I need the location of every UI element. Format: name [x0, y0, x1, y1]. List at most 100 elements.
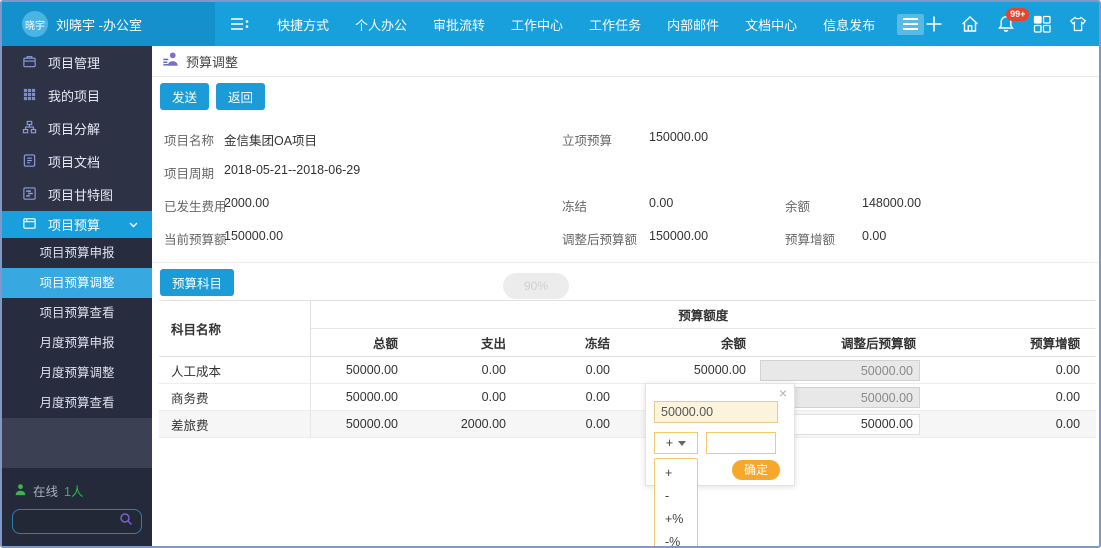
page-title: 预算调整: [186, 54, 239, 70]
field-label: 余额: [785, 200, 811, 214]
sidebar: 项目管理 我的项目 项目分解 项目文档 项目甘特图 项目预算 项目预算申报 项目…: [2, 46, 152, 546]
table-row-business-fee: 商务费 50000.00 0.00 0.00 50000.00 50000.00…: [159, 383, 1097, 411]
home-icon[interactable]: [960, 14, 980, 34]
total-value: 50000.00: [345, 417, 398, 431]
sidebar-subitem-budget-declare[interactable]: 项目预算申报: [2, 238, 152, 268]
subject-name: 差旅费: [159, 410, 311, 438]
theme-tshirt-icon[interactable]: [1068, 14, 1088, 34]
nav-collapse-icon[interactable]: [229, 16, 251, 32]
operator-option-plus-percent[interactable]: +%: [655, 508, 697, 531]
adjusted-budget-value: 50000.00: [860, 417, 913, 431]
spent-value: 2000.00: [460, 417, 506, 431]
frozen-value: 0.00: [585, 390, 610, 404]
field-label: 项目周期: [164, 167, 215, 181]
budget-form: 项目名称 金信集团OA项目 立项预算 150000.00 项目周期 2018-0…: [152, 115, 1099, 263]
menu-item-shortcuts[interactable]: 快捷方式: [277, 15, 329, 34]
column-header-frozen: 冻结: [514, 328, 618, 357]
field-label: 项目名称: [164, 134, 215, 148]
menu-item-work-tasks[interactable]: 工作任务: [589, 15, 641, 34]
menu-item-work-center[interactable]: 工作中心: [511, 15, 563, 34]
top-bar: 晓宇 刘晓宇 -办公室 快捷方式 个人办公 审批流转 工作中心 工作任务 内部邮…: [2, 2, 1099, 46]
top-menu: 快捷方式 个人办公 审批流转 工作中心 工作任务 内部邮件 文档中心 信息发布: [277, 15, 875, 34]
menu-item-document-center[interactable]: 文档中心: [745, 15, 797, 34]
frozen-value: 0.00: [649, 196, 674, 210]
confirm-button[interactable]: 确定: [732, 460, 780, 480]
user-section[interactable]: 晓宇 刘晓宇 -办公室: [2, 2, 215, 46]
budget-increase-value: 0.00: [862, 229, 887, 243]
adjustment-amount-input[interactable]: [706, 432, 776, 454]
budget-subjects-button[interactable]: 预算科目: [160, 269, 235, 296]
menu-item-approval-flow[interactable]: 审批流转: [433, 15, 485, 34]
initial-budget-value: 150000.00: [649, 130, 709, 144]
avatar[interactable]: 晓宇: [22, 11, 48, 37]
online-user-icon: [14, 483, 27, 499]
budget-icon: [22, 216, 37, 234]
chevron-down-icon: [129, 222, 138, 228]
plus-icon[interactable]: [924, 14, 944, 34]
sidebar-item-gantt-chart[interactable]: 项目甘特图: [2, 178, 152, 211]
column-header-balance: 余额: [618, 328, 754, 357]
sidebar-subitem-budget-adjust[interactable]: 项目预算调整: [2, 268, 152, 298]
adjusted-budget-input[interactable]: 50000.00: [760, 359, 920, 381]
close-icon[interactable]: ×: [779, 386, 787, 400]
menu-item-internal-mail[interactable]: 内部邮件: [667, 15, 719, 34]
online-label: 在线: [33, 485, 59, 499]
sitemap-icon: [22, 120, 37, 138]
spent-value: 0.00: [481, 390, 506, 404]
sidebar-item-project-management[interactable]: 项目管理: [2, 46, 152, 79]
operator-value: +: [665, 436, 674, 450]
balance-value: 148000.00: [862, 196, 922, 210]
operator-select[interactable]: +: [654, 432, 698, 454]
column-header-subject-name: 科目名称: [159, 300, 311, 357]
table-row-travel-fee: 差旅费 50000.00 2000.00 0.00 50000.00 50000…: [159, 410, 1097, 438]
increase-value: 0.00: [1055, 417, 1081, 431]
gantt-icon: [22, 186, 37, 204]
sidebar-item-my-projects[interactable]: 我的项目: [2, 79, 152, 112]
sidebar-subitem-monthly-declare[interactable]: 月度预算申报: [2, 328, 152, 358]
notification-badge: 99+: [1006, 8, 1030, 21]
sidebar-item-project-breakdown[interactable]: 项目分解: [2, 112, 152, 145]
table-row-labor-cost: 人工成本 50000.00 0.00 0.00 50000.00 50000.0…: [159, 356, 1097, 384]
menu-item-info-publish[interactable]: 信息发布: [823, 15, 875, 34]
back-button[interactable]: 返回: [216, 83, 266, 110]
sidebar-item-project-budget[interactable]: 项目预算: [2, 211, 152, 238]
budget-adjust-popup: × 50000.00 + 确定 + - +% -%: [645, 383, 795, 546]
apps-icon[interactable]: [1032, 14, 1052, 34]
current-value-input[interactable]: 50000.00: [654, 401, 778, 423]
project-name-value: 金信集团OA项目: [224, 134, 318, 148]
budget-table: 科目名称 预算额度 总额 支出 冻结 余额 调整后预算额 预算增额 人工成本 5…: [159, 300, 1097, 438]
menu-item-personal-office[interactable]: 个人办公: [355, 15, 407, 34]
notifications-icon[interactable]: 99+: [996, 8, 1030, 34]
increase-value: 0.00: [1055, 363, 1081, 377]
briefcase-icon: [22, 54, 37, 72]
sidebar-subitem-monthly-view[interactable]: 月度预算查看: [2, 388, 152, 418]
sidebar-item-label: 我的项目: [48, 89, 101, 104]
send-button[interactable]: 发送: [160, 83, 210, 110]
operator-option-plus[interactable]: +: [655, 462, 697, 485]
operator-option-minus[interactable]: -: [655, 485, 697, 508]
zoom-indicator: 90%: [503, 273, 569, 299]
frozen-value: 0.00: [585, 417, 610, 431]
operator-option-minus-percent[interactable]: -%: [655, 531, 697, 546]
field-label: 冻结: [562, 200, 588, 214]
project-period-value: 2018-05-21--2018-06-29: [224, 163, 361, 177]
sidebar-subitem-budget-view[interactable]: 项目预算查看: [2, 298, 152, 328]
total-value: 50000.00: [345, 390, 398, 404]
column-header-total: 总额: [310, 328, 406, 357]
menu-toggle-icon[interactable]: [897, 13, 925, 35]
online-count: 1人: [64, 485, 84, 499]
document-icon: [22, 153, 37, 171]
field-label: 预算增额: [785, 233, 836, 247]
sidebar-subitem-monthly-adjust[interactable]: 月度预算调整: [2, 358, 152, 388]
budget-adjust-title-icon: [161, 50, 180, 73]
search-icon[interactable]: [119, 512, 133, 531]
sidebar-item-label: 项目管理: [48, 56, 101, 71]
field-label: 当前预算额: [164, 233, 227, 247]
incurred-cost-value: 2000.00: [224, 196, 270, 210]
spent-value: 0.00: [481, 363, 506, 377]
sidebar-item-label: 项目分解: [48, 122, 101, 137]
sidebar-search-input[interactable]: [21, 514, 119, 529]
sidebar-item-project-documents[interactable]: 项目文档: [2, 145, 152, 178]
main-content: 预算调整 发送 返回 项目名称 金信集团OA项目 立项预算 150000.00 …: [152, 46, 1099, 546]
sidebar-search[interactable]: [12, 509, 142, 534]
